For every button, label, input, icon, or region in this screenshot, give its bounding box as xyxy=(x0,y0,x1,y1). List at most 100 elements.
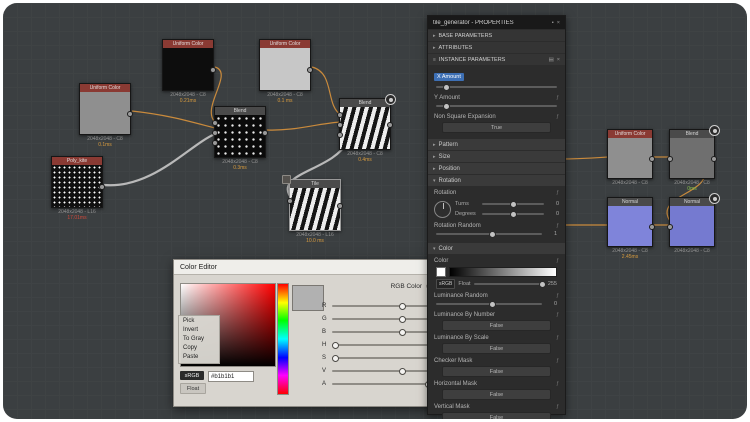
node-normal-1[interactable]: Normal 2048x2048 - C8 2.45ms xyxy=(607,197,653,260)
function-icon[interactable]: ƒ xyxy=(556,95,559,101)
input-port[interactable] xyxy=(337,112,343,118)
output-port[interactable] xyxy=(711,156,717,162)
output-port[interactable] xyxy=(99,184,105,190)
section-color[interactable]: ▾ Color xyxy=(428,243,565,254)
section-rotation[interactable]: ▾ Rotation xyxy=(428,175,565,186)
checker-mask-toggle[interactable]: False xyxy=(442,366,551,377)
float-label[interactable]: Float xyxy=(458,281,470,287)
to-gray-button[interactable]: To Gray xyxy=(179,335,219,344)
copy-button[interactable]: Copy xyxy=(179,344,219,353)
close-icon[interactable]: × xyxy=(557,20,560,26)
output-port[interactable] xyxy=(649,224,655,230)
rotation-random-slider[interactable] xyxy=(436,233,542,235)
turns-value[interactable]: 0 xyxy=(547,201,559,207)
section-position[interactable]: ▸ Position xyxy=(428,163,565,174)
node-poly-kite[interactable]: Poly_kite 2048x2048 - L16 17.01ms xyxy=(51,156,103,221)
a-slider[interactable] xyxy=(332,383,429,385)
function-icon[interactable]: ƒ xyxy=(556,312,559,318)
degrees-slider[interactable] xyxy=(482,213,544,215)
x-amount-slider[interactable] xyxy=(436,86,557,88)
g-slider[interactable] xyxy=(332,318,429,320)
rotation-random-value[interactable]: 1 xyxy=(545,231,557,237)
rotation-knob[interactable] xyxy=(434,201,451,218)
r-slider[interactable] xyxy=(332,305,429,307)
color-editor-title[interactable]: Color Editor xyxy=(174,260,454,275)
section-attributes[interactable]: ▸ ATTRIBUTES xyxy=(428,42,565,53)
hex-input[interactable]: #b1b1b1 xyxy=(208,371,254,382)
luminance-by-number-toggle[interactable]: False xyxy=(442,320,551,331)
input-port[interactable] xyxy=(212,130,218,136)
function-icon[interactable]: ƒ xyxy=(556,404,559,410)
node-blend-3[interactable]: Blend 2048x2048 - C8 0ms xyxy=(669,129,715,192)
node-pin-icon[interactable] xyxy=(282,175,291,184)
color-value[interactable]: 255 xyxy=(545,281,557,287)
function-icon[interactable]: ƒ xyxy=(556,258,559,264)
h-slider[interactable] xyxy=(332,344,429,346)
properties-titlebar[interactable]: tile_generator - PROPERTIES ▪ × xyxy=(428,16,565,29)
vertical-mask-toggle[interactable]: False xyxy=(442,412,551,419)
node-blend-2[interactable]: Blend 2048x2048 - C8 0.4ms xyxy=(339,98,391,163)
srgb-toggle[interactable]: sRGB xyxy=(180,371,204,380)
close-icon[interactable]: × xyxy=(557,57,560,63)
luminance-random-slider[interactable] xyxy=(436,303,542,305)
luminance-by-scale-toggle[interactable]: False xyxy=(442,343,551,354)
input-port[interactable] xyxy=(667,156,673,162)
output-port[interactable] xyxy=(127,111,133,117)
y-amount-slider[interactable] xyxy=(436,105,557,107)
x-amount-label[interactable]: X Amount xyxy=(434,73,464,81)
output-indicator-icon[interactable] xyxy=(709,193,720,204)
color-swatch[interactable] xyxy=(436,267,446,277)
node-tile-generator[interactable]: Tile 2048x2048 - L16 10.0 ms xyxy=(289,179,341,244)
output-port[interactable] xyxy=(649,156,655,162)
color-editor-dialog[interactable]: Color Editor + RGB Color ◉ Pick Invert T… xyxy=(173,259,455,407)
input-port[interactable] xyxy=(667,224,673,230)
float-toggle[interactable]: Float xyxy=(180,383,206,394)
input-port[interactable] xyxy=(287,198,293,204)
luminance-random-value[interactable]: 0 xyxy=(545,301,557,307)
color-value-slider[interactable] xyxy=(474,283,542,285)
output-port[interactable] xyxy=(210,67,216,73)
color-mode-label[interactable]: RGB Color xyxy=(360,283,422,290)
node-normal-2[interactable]: Normal 2048x2048 - C8 xyxy=(669,197,715,254)
output-port[interactable] xyxy=(387,122,393,128)
output-port[interactable] xyxy=(262,130,268,136)
output-port[interactable] xyxy=(307,67,313,73)
pick-button[interactable]: Pick xyxy=(179,317,219,326)
node-uniform-color-2[interactable]: Uniform Color 2048x2048 - C8 0.1 ms xyxy=(259,39,311,104)
output-indicator-icon[interactable] xyxy=(709,125,720,136)
function-icon[interactable]: ƒ xyxy=(556,381,559,387)
node-uniform-color-3[interactable]: Uniform Color 2048x2048 - C8 0.1ms xyxy=(79,83,131,148)
input-port[interactable] xyxy=(212,140,218,146)
function-icon[interactable]: ƒ xyxy=(556,358,559,364)
output-indicator-icon[interactable] xyxy=(385,94,396,105)
s-slider[interactable] xyxy=(332,357,429,359)
node-uniform-color-1[interactable]: Uniform Color 2048x2048 - C8 0.21ms xyxy=(162,39,214,104)
srgb-toggle[interactable]: sRGB xyxy=(436,279,455,289)
input-port[interactable] xyxy=(337,122,343,128)
section-size[interactable]: ▸ Size xyxy=(428,151,565,162)
function-icon[interactable]: ƒ xyxy=(556,114,559,120)
node-blend-1[interactable]: Blend 2048x2048 - C8 0.3ms xyxy=(214,106,266,171)
turns-slider[interactable] xyxy=(482,203,544,205)
node-uniform-color-4[interactable]: Uniform Color 2048x2048 - C8 xyxy=(607,129,653,186)
function-icon[interactable]: ƒ xyxy=(556,335,559,341)
section-base-parameters[interactable]: ▸ BASE PARAMETERS xyxy=(428,30,565,41)
color-gradient-bar[interactable] xyxy=(449,267,557,277)
function-icon[interactable]: ƒ xyxy=(556,223,559,229)
non-square-toggle[interactable]: True xyxy=(442,122,551,133)
horizontal-mask-toggle[interactable]: False xyxy=(442,389,551,400)
invert-button[interactable]: Invert xyxy=(179,326,219,335)
function-icon[interactable]: ƒ xyxy=(556,190,559,196)
pin-icon[interactable]: ▪ xyxy=(552,20,554,26)
paste-button[interactable]: Paste xyxy=(179,353,219,362)
section-pattern[interactable]: ▸ Pattern xyxy=(428,139,565,150)
input-port[interactable] xyxy=(337,132,343,138)
hue-strip[interactable] xyxy=(277,283,289,395)
doc-icon[interactable]: ▤ xyxy=(549,57,554,63)
v-slider[interactable] xyxy=(332,370,429,372)
b-slider[interactable] xyxy=(332,331,429,333)
function-icon[interactable]: ƒ xyxy=(556,293,559,299)
section-instance-parameters[interactable]: ≡ INSTANCE PARAMETERS ▤ × xyxy=(428,54,565,65)
output-port[interactable] xyxy=(337,203,343,209)
degrees-value[interactable]: 0 xyxy=(547,211,559,217)
